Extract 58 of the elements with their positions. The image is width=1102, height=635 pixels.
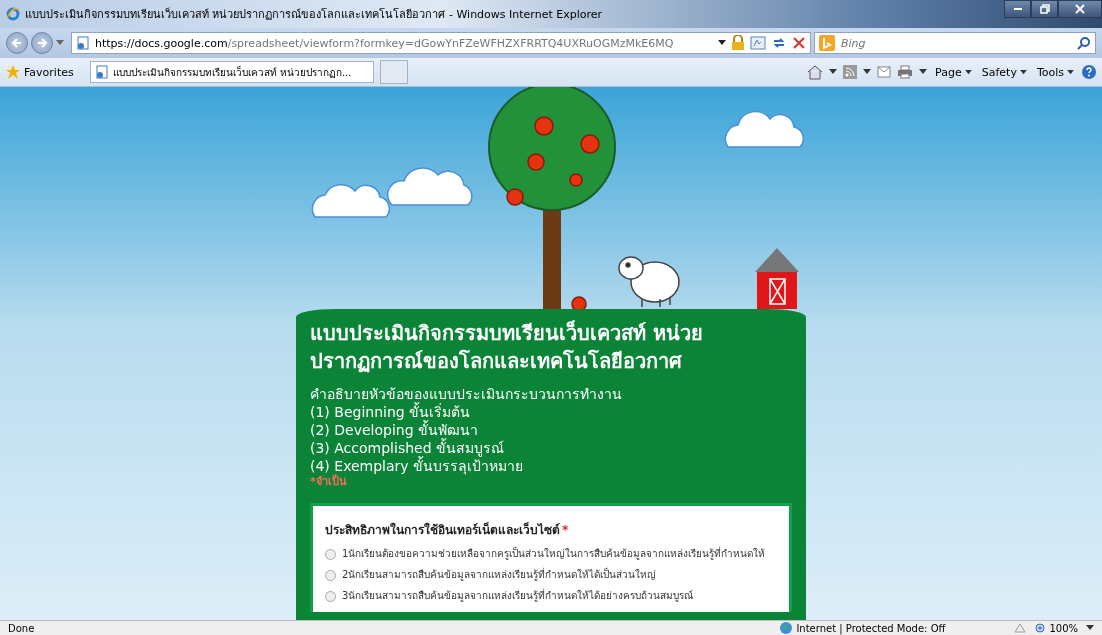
caret-icon[interactable] bbox=[919, 69, 928, 75]
forward-button[interactable] bbox=[31, 32, 53, 54]
window-title: แบบประเมินกิจกรรมบทเรียนเว็บเควสท์ หน่วยปรากฏการณ์ของโลกและเทคโนโลยีอวกาศ - Windows Internet Explorer bbox=[25, 6, 603, 23]
caret-icon bbox=[1019, 69, 1027, 75]
browser-tab[interactable]: แบบประเมินกิจกรรมบทเรียนเว็บเควสท์ หน่วยปรากฏก... bbox=[89, 61, 374, 83]
globe-icon bbox=[780, 622, 793, 634]
caret-icon bbox=[1067, 69, 1074, 75]
option-label[interactable]: 2นักเรียนสามารถสืบค้นข้อมูลจากแหล่งเรียนรู้ที่กำหนดให้ได้เป็นส่วนใหญ่ bbox=[342, 566, 657, 584]
restore-icon bbox=[1039, 4, 1050, 14]
browser-logo-icon bbox=[6, 7, 20, 21]
caret-icon[interactable] bbox=[718, 40, 726, 46]
search-icon[interactable] bbox=[1077, 36, 1091, 50]
form-description-line: (4) Exemplary ขั้นบรรลุเป้าหมาย bbox=[310, 457, 525, 475]
form-title: แบบประเมินกิจกรรมบทเรียนเว็บเควสท์ หน่วยปรากฏการณ์ของโลกและเทคโนโลยีอวกาศ bbox=[310, 319, 704, 375]
back-arrow-icon bbox=[11, 37, 23, 49]
form-description-line: คำอธิบายหัวข้อของแบบประเมินกระบวนการทำงาน bbox=[310, 385, 623, 402]
security-zone: Internet | Protected Mode: Off bbox=[780, 622, 946, 634]
caret-icon bbox=[964, 69, 972, 75]
zoom-button[interactable]: 100% bbox=[1035, 622, 1078, 634]
option-label[interactable]: 1นักเรียนต้องขอความช่วยเหลือจากครูเป็นส่วนใหญ่ในการสืบค้นข้อมูลจากแหล่งเรียนรู้ที่กำหนดให้ bbox=[342, 545, 766, 563]
printer-icon[interactable] bbox=[897, 65, 914, 79]
form-description-line: (3) Accomplished ขั้นสมบูรณ์ bbox=[310, 439, 504, 457]
close-button[interactable] bbox=[1058, 0, 1102, 18]
radio-button[interactable] bbox=[325, 549, 336, 560]
close-icon bbox=[1075, 4, 1085, 14]
forward-arrow-icon bbox=[36, 37, 48, 49]
help-icon[interactable] bbox=[1082, 65, 1096, 79]
stop-icon[interactable] bbox=[792, 36, 806, 50]
page-icon bbox=[94, 65, 109, 79]
radio-button[interactable] bbox=[325, 570, 336, 581]
minimize-button[interactable] bbox=[1004, 0, 1031, 18]
form-description-line: (1) Beginning ขั้นเริ่มต้น bbox=[310, 403, 472, 420]
back-button[interactable] bbox=[6, 32, 28, 54]
command-menu[interactable]: Tools bbox=[1034, 65, 1076, 79]
command-menu[interactable]: Page bbox=[933, 65, 974, 79]
minimize-icon bbox=[1013, 8, 1022, 10]
required-note: *จำเป็น bbox=[310, 475, 348, 489]
feed-icon[interactable] bbox=[843, 65, 858, 79]
required-mark: * bbox=[562, 523, 569, 537]
question-title: ประสิทธิภาพในการใช้อินเทอร์เน็ตและเว็บไซต์ bbox=[325, 523, 560, 537]
bing-logo-icon bbox=[819, 35, 835, 51]
address-field[interactable]: https://docs.google.com/spreadsheet/viewform?formkey=dGowYnFZeWFHZXFRRTQ4UXRuOGMzMkE6MQ bbox=[71, 32, 811, 54]
home-icon[interactable] bbox=[807, 64, 824, 80]
star-icon bbox=[6, 65, 20, 79]
caret-icon[interactable] bbox=[863, 69, 872, 75]
caret-icon[interactable] bbox=[829, 69, 838, 75]
radio-button[interactable] bbox=[325, 591, 336, 602]
option-label[interactable]: 3นักเรียนสามารถสืบค้นข้อมูลจากแหล่งเรียนรู้ที่กำหนดให้ได้อย่างครบถ้วนสมบูรณ์ bbox=[342, 587, 694, 605]
favorites-button[interactable]: Favorites bbox=[6, 65, 84, 79]
form-description-line: (2) Developing ขั้นพัฒนา bbox=[310, 421, 479, 438]
restore-button[interactable] bbox=[1031, 0, 1058, 18]
page-icon bbox=[76, 36, 90, 50]
mail-icon[interactable] bbox=[877, 66, 892, 78]
status-text: Done bbox=[8, 622, 35, 634]
caret-icon[interactable] bbox=[1086, 625, 1094, 631]
command-menu[interactable]: Safety bbox=[979, 65, 1029, 79]
lock-icon[interactable] bbox=[731, 35, 745, 51]
search-box[interactable]: Bing bbox=[814, 32, 1096, 54]
